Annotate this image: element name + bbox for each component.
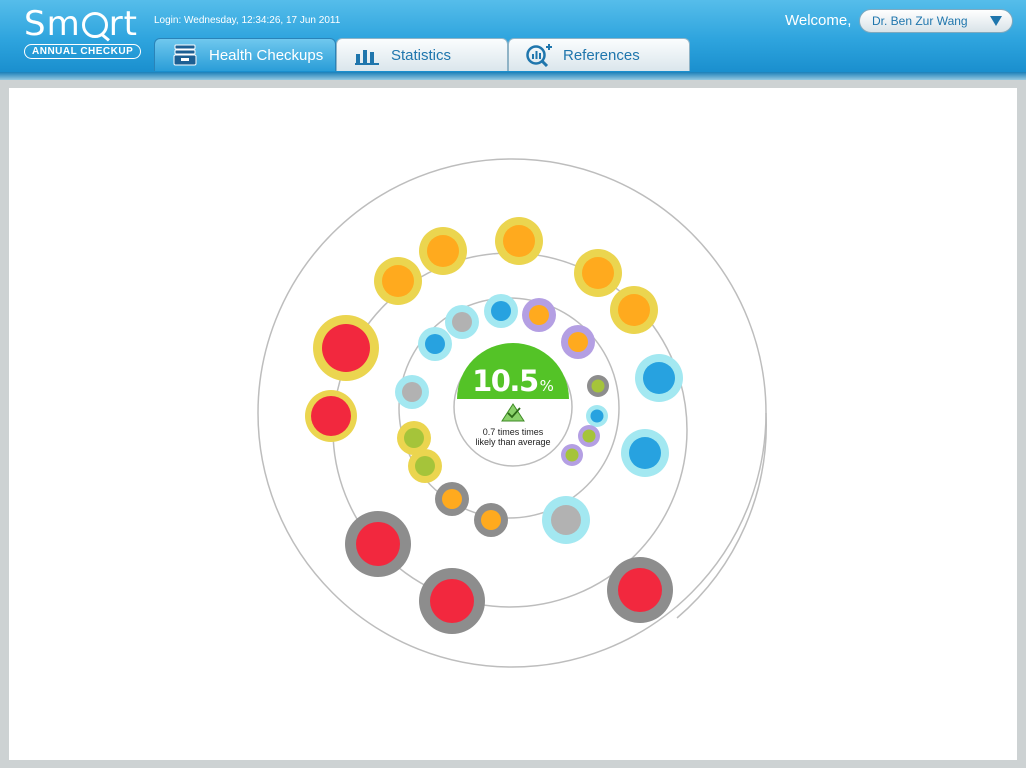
tab-statistics[interactable]: Statistics (336, 38, 508, 71)
tab-health-checkups[interactable]: Health Checkups (154, 38, 336, 71)
relative-risk-line: 0.7 times times (482, 427, 544, 437)
risk-visualization (257, 158, 768, 668)
risk-node[interactable] (587, 375, 609, 397)
header-divider (0, 72, 1026, 80)
risk-node[interactable] (621, 429, 669, 477)
risk-node[interactable] (408, 449, 442, 483)
risk-value: 10.5 (472, 364, 539, 398)
welcome-label: Welcome, (785, 12, 852, 29)
risk-node[interactable] (542, 496, 590, 544)
bar-chart-icon (353, 44, 381, 66)
risk-node[interactable] (610, 286, 658, 334)
magnifier-chart-icon (525, 44, 553, 67)
top-bar: Sm rt ANNUAL CHECKUP Login: Wednesday, 12… (0, 0, 1026, 72)
risk-node[interactable] (635, 354, 683, 402)
login-info: Login: Wednesday, 12:34:26, 17 Jun 2011 (154, 15, 341, 26)
tab-label: Statistics (391, 46, 452, 64)
risk-node[interactable] (374, 257, 422, 305)
risk-node[interactable] (586, 405, 608, 427)
main-panel: 10.5% 0.7 times times likely than averag… (9, 88, 1017, 760)
relative-risk-line: likely than average (475, 437, 551, 447)
risk-node[interactable] (474, 503, 508, 537)
risk-node[interactable] (445, 305, 479, 339)
risk-node[interactable] (395, 375, 429, 409)
logo-magnifier-icon (81, 12, 108, 38)
risk-node[interactable] (345, 511, 411, 577)
risk-unit: % (539, 377, 554, 395)
relative-risk-text: 0.7 times times likely than average (455, 427, 571, 447)
logo-wordmark: Sm rt (24, 4, 139, 44)
logo-subtitle: ANNUAL CHECKUP (24, 44, 142, 59)
tab-references[interactable]: References (508, 38, 690, 71)
tab-label: Health Checkups (209, 46, 324, 64)
user-name: Dr. Ben Zur Wang (872, 14, 968, 28)
risk-node[interactable] (495, 217, 543, 265)
stack-icon (171, 44, 199, 66)
risk-node[interactable] (522, 298, 556, 332)
chevron-down-icon (990, 16, 1002, 26)
risk-node[interactable] (484, 294, 518, 328)
risk-node[interactable] (607, 557, 673, 623)
tab-label: References (563, 46, 640, 64)
risk-node[interactable] (435, 482, 469, 516)
risk-node[interactable] (578, 425, 600, 447)
outer-ring-offset-arc (676, 412, 768, 619)
user-dropdown[interactable]: Dr. Ben Zur Wang (859, 9, 1013, 33)
risk-node[interactable] (561, 325, 595, 359)
risk-node[interactable] (419, 227, 467, 275)
risk-node[interactable] (574, 249, 622, 297)
app-logo: Sm rt ANNUAL CHECKUP (24, 4, 142, 62)
risk-node[interactable] (419, 568, 485, 634)
risk-node[interactable] (418, 327, 452, 361)
risk-percentage: 10.5% (455, 364, 571, 398)
risk-node[interactable] (305, 390, 357, 442)
risk-node[interactable] (313, 315, 379, 381)
risk-node[interactable] (561, 444, 583, 466)
